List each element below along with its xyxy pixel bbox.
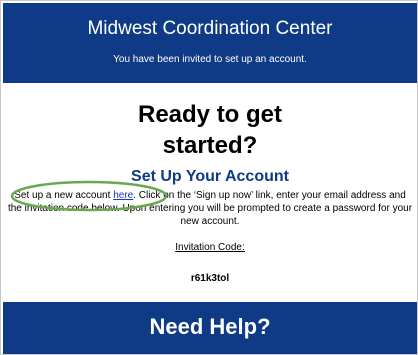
footer-title: Need Help? [149, 314, 271, 339]
header-title: Midwest Coordination Center [87, 18, 333, 39]
invitation-code-label: Invitation Code: [175, 242, 245, 253]
section-title: Set Up Your Account [131, 168, 289, 185]
heading-line-2: started? [162, 132, 258, 159]
page-heading: Ready to get started? [3, 99, 417, 161]
heading-line-1: Ready to get [137, 101, 283, 128]
signup-link[interactable]: here [113, 190, 133, 201]
instructions-before-link: Set up a new account [14, 190, 114, 201]
main-content: Ready to get started? Set Up Your Accoun… [3, 83, 417, 302]
invitation-code-value: r61k3tol [190, 273, 230, 284]
instructions-paragraph: Set up a new account here. Click on the … [7, 189, 413, 228]
header-subtitle: You have been invited to set up an accou… [113, 54, 307, 65]
footer-banner: Need Help? [3, 302, 417, 354]
email-frame: Midwest Coordination Center You have bee… [0, 0, 418, 355]
header-banner: Midwest Coordination Center You have bee… [3, 3, 417, 83]
